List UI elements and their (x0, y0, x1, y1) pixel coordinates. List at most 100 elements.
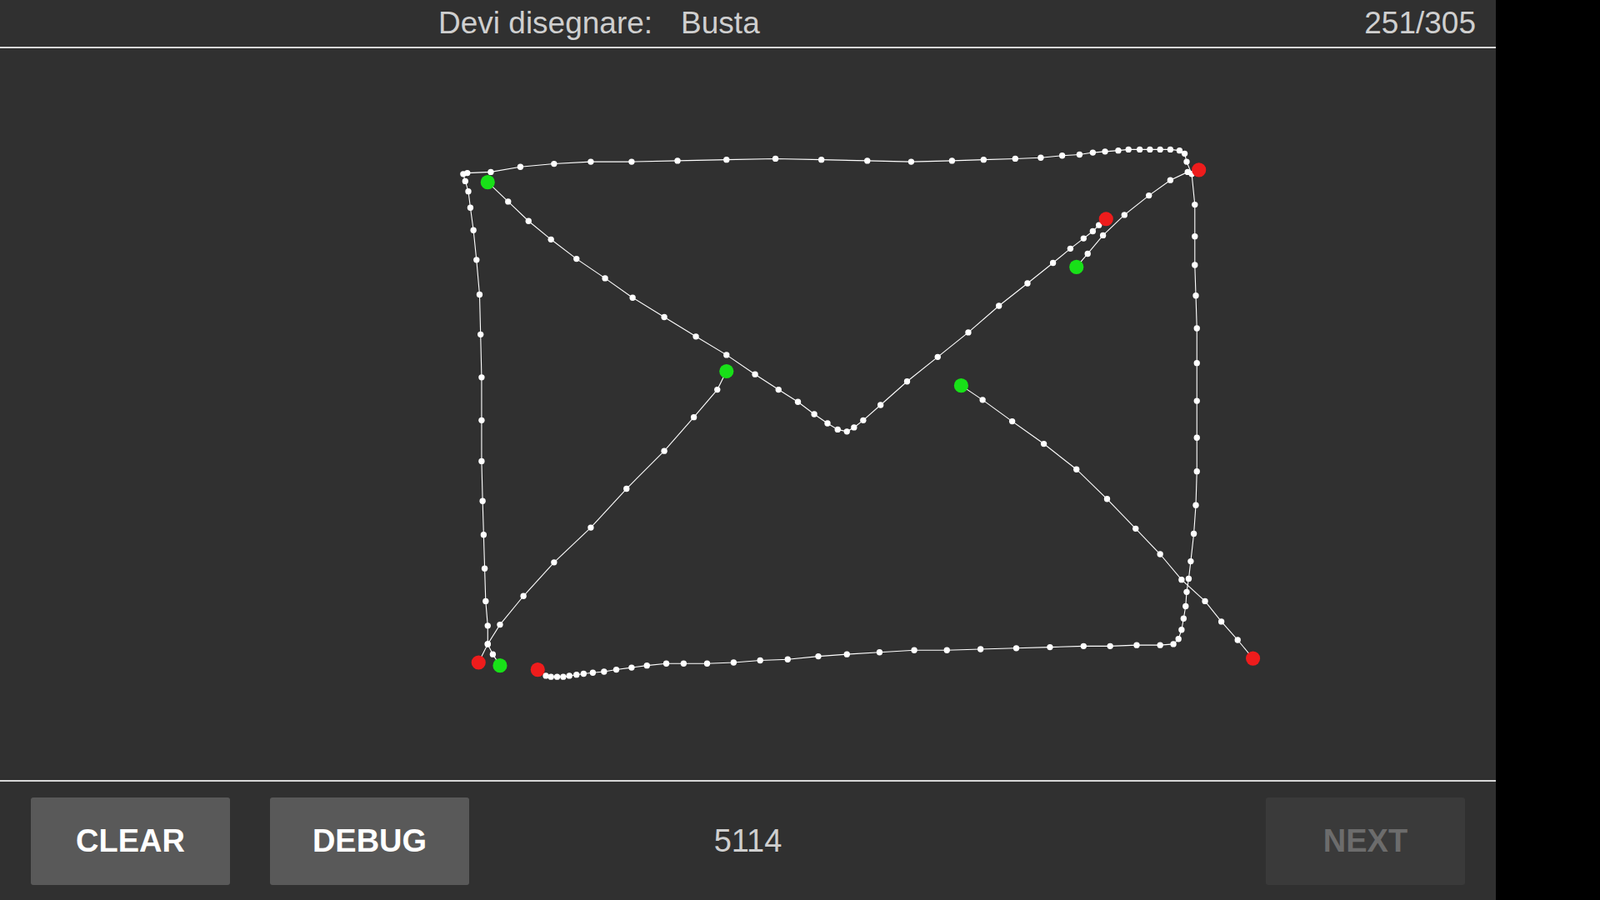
stroke-point (1180, 615, 1187, 622)
action-button[interactable]: DEBUG (270, 797, 470, 885)
stroke-point (590, 670, 596, 676)
stroke-point (904, 378, 910, 385)
stroke-point (1012, 155, 1019, 162)
stroke-point (1125, 146, 1132, 153)
stroke-point (477, 331, 484, 338)
stroke-point (1191, 261, 1198, 268)
next-group: NEXT (781, 797, 1465, 885)
stroke-point (482, 598, 489, 605)
stroke-point (1185, 575, 1192, 582)
stroke-point (560, 673, 566, 680)
stroke-point (490, 650, 496, 657)
stroke-point (601, 275, 608, 281)
stroke (954, 378, 1260, 666)
stroke-point (876, 649, 883, 655)
stroke-point (587, 524, 594, 530)
header-bar: Devi disegnare:Busta251/305 (0, 0, 1496, 49)
stroke-point (815, 653, 821, 660)
stroke-point (550, 559, 557, 565)
stroke-point (674, 157, 680, 164)
stroke-point (485, 640, 491, 647)
stroke (480, 175, 1114, 435)
stroke-point (1181, 150, 1188, 157)
button-group: CLEAR DEBUG (30, 797, 715, 885)
stroke-point (910, 647, 917, 654)
stroke-start-point (492, 658, 507, 673)
stroke-point (844, 650, 850, 657)
stroke-line (478, 370, 727, 662)
drawing-surface[interactable] (0, 48, 1496, 780)
stroke-point (1073, 466, 1080, 473)
stroke (471, 364, 735, 670)
stroke-line (960, 385, 1253, 659)
stroke-point (462, 178, 469, 185)
stroke-point (995, 302, 1002, 309)
stroke-point (587, 158, 594, 165)
stroke-point (1067, 245, 1074, 252)
stroke-point (723, 351, 730, 358)
stroke-point (1194, 435, 1200, 441)
screen: Devi disegnare:Busta251/305CLEARDEBUG511… (0, 0, 1600, 900)
stroke-point (1133, 641, 1140, 648)
bottom-bar: CLEARDEBUG5114NEXT (0, 780, 1496, 900)
stroke-point (844, 428, 850, 435)
stroke-point (1201, 598, 1208, 605)
stroke-point (714, 386, 720, 393)
stroke-point (480, 531, 487, 538)
stroke-point (623, 485, 630, 492)
stroke-end-point (1245, 650, 1260, 665)
stroke-point (476, 291, 483, 298)
stroke-point (1187, 558, 1194, 565)
stroke-point (1104, 495, 1110, 502)
stroke-point (772, 155, 779, 162)
stroke-point (573, 255, 580, 262)
stroke-point (629, 295, 635, 301)
stroke-point (1183, 158, 1190, 165)
stroke-point (1106, 643, 1113, 650)
stroke-point (1175, 635, 1182, 642)
stroke-point (965, 329, 971, 335)
stroke-point (704, 660, 710, 667)
stroke-point (1100, 232, 1106, 239)
stroke-point (485, 640, 491, 647)
stroke-start-point (719, 364, 734, 379)
stroke-point (1115, 147, 1121, 154)
stroke-point (660, 314, 667, 320)
stroke-point (628, 158, 635, 165)
stroke-point (566, 672, 573, 679)
stroke-point (1182, 603, 1189, 610)
stroke-point (573, 671, 580, 678)
stroke-point (1178, 576, 1185, 583)
stroke-point (478, 417, 485, 424)
stroke-point (1192, 501, 1199, 508)
stroke-point (644, 662, 650, 669)
stroke-point (795, 399, 801, 405)
stroke-point (479, 498, 485, 505)
stroke-point (1156, 550, 1163, 557)
stroke-point (980, 156, 987, 163)
stroke-point (1235, 636, 1241, 643)
stroke-point (935, 354, 941, 360)
stroke-point (1121, 211, 1128, 218)
next-button[interactable]: NEXT (1265, 797, 1465, 885)
stroke-point (465, 188, 471, 195)
stroke-point (1176, 147, 1183, 154)
action-button[interactable]: CLEAR (30, 797, 230, 885)
stroke-point (949, 157, 955, 164)
stroke-end-point (1191, 162, 1206, 177)
stroke-point (977, 645, 984, 652)
drawing-canvas[interactable] (0, 48, 1496, 780)
stroke-line (1076, 170, 1200, 267)
stroke-point (680, 660, 687, 667)
stroke-point (663, 660, 670, 667)
stroke-point (1167, 177, 1174, 184)
stroke-line (487, 182, 1106, 432)
stroke-point (1080, 643, 1087, 650)
stroke-point (478, 374, 485, 380)
stroke-point (723, 156, 730, 163)
stroke-point (751, 370, 758, 377)
stroke-point (692, 333, 699, 340)
stroke-point (785, 656, 791, 663)
stroke-point (1080, 235, 1087, 241)
stroke (1069, 162, 1206, 275)
